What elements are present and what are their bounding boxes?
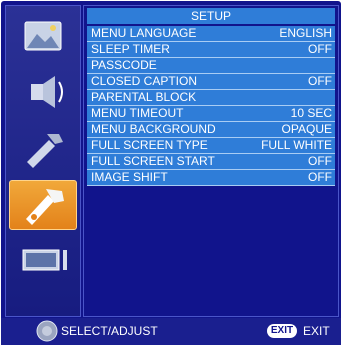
menu-item-value: OFF (308, 154, 332, 168)
category-setup[interactable] (9, 180, 77, 230)
menu-item-value: 10 SEC (290, 106, 332, 120)
setup-icon (26, 189, 64, 225)
menu-item-value: OFF (308, 74, 332, 88)
menu-item-value: FULL WHITE (261, 138, 332, 152)
category-picture[interactable] (9, 12, 77, 62)
menu-item[interactable]: SLEEP TIMER OFF (87, 42, 335, 58)
osd-frame: SETUP MENU LANGUAGE ENGLISH SLEEP TIMER OFF… (1, 1, 341, 345)
menu-item[interactable]: FULL SCREEN TYPE FULL WHITE (87, 138, 335, 154)
menu-item[interactable]: FULL SCREEN START OFF (87, 154, 335, 170)
navigation-dial-icon (36, 320, 58, 342)
menu-item-label: CLOSED CAPTION (91, 74, 198, 88)
menu-item-label: MENU TIMEOUT (91, 106, 184, 120)
menu-item-value: OFF (308, 170, 332, 184)
menu-item-label: PARENTAL BLOCK (91, 90, 197, 104)
menu-item[interactable]: CLOSED CAPTION OFF (87, 74, 335, 90)
category-audio[interactable] (9, 68, 77, 118)
menu-item[interactable]: IMAGE SHIFT OFF (87, 170, 335, 186)
exit-label: EXIT (303, 324, 330, 338)
menu-item-label: PASSCODE (91, 58, 157, 72)
menu-item-label: FULL SCREEN START (91, 154, 215, 168)
menu-item-value: OPAQUE (281, 122, 332, 136)
menu-item-label: MENU BACKGROUND (91, 122, 216, 136)
menu-title: SETUP (87, 8, 335, 24)
category-input[interactable] (9, 236, 77, 286)
menu-item[interactable]: PASSCODE (87, 58, 335, 74)
menu-item[interactable]: MENU BACKGROUND OPAQUE (87, 122, 335, 138)
category-tools[interactable] (9, 124, 77, 174)
menu-item[interactable]: PARENTAL BLOCK (87, 90, 335, 106)
audio-icon (31, 76, 63, 108)
menu-item-label: FULL SCREEN TYPE (91, 138, 208, 152)
setup-menu-panel: SETUP MENU LANGUAGE ENGLISH SLEEP TIMER OFF… (83, 5, 339, 317)
menu-item-value: ENGLISH (279, 26, 332, 40)
menu-item-value: OFF (308, 42, 332, 56)
select-adjust-hint: SELECT/ADJUST (61, 324, 158, 338)
menu-item-label: MENU LANGUAGE (91, 26, 197, 40)
category-sidebar (5, 5, 81, 317)
tools-icon (27, 134, 63, 168)
menu-item-label: IMAGE SHIFT (91, 170, 168, 184)
picture-icon (24, 21, 62, 51)
footer-bar: SELECT/ADJUST EXIT EXIT (1, 318, 341, 345)
exit-key-icon[interactable]: EXIT (267, 324, 297, 338)
menu-item[interactable]: MENU LANGUAGE ENGLISH (87, 26, 335, 42)
input-icon (22, 249, 67, 271)
menu-item[interactable]: MENU TIMEOUT 10 SEC (87, 106, 335, 122)
menu-item-label: SLEEP TIMER (91, 42, 170, 56)
osd-menu-screen: SETUP MENU LANGUAGE ENGLISH SLEEP TIMER OFF… (0, 0, 342, 346)
